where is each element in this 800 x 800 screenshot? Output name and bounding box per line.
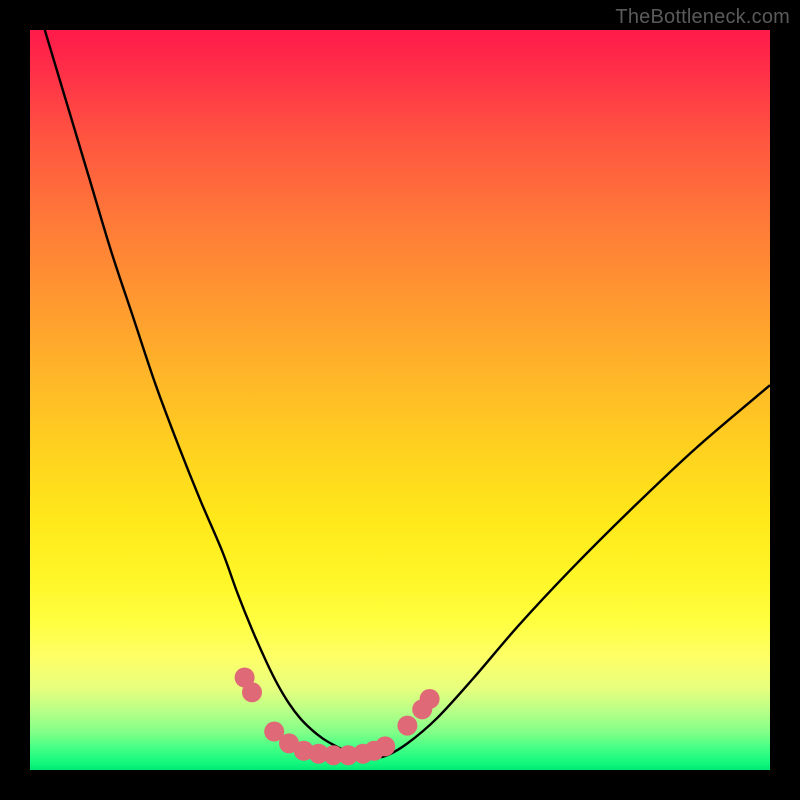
chart-plot-area [30,30,770,770]
bottleneck-curve [45,30,770,758]
curve-marker [242,682,262,702]
chart-svg [30,30,770,770]
curve-marker [420,689,440,709]
watermark-label: TheBottleneck.com [615,6,790,29]
curve-marker [397,716,417,736]
marker-group [235,668,440,766]
curve-marker [375,736,395,756]
chart-frame: TheBottleneck.com [0,0,800,800]
